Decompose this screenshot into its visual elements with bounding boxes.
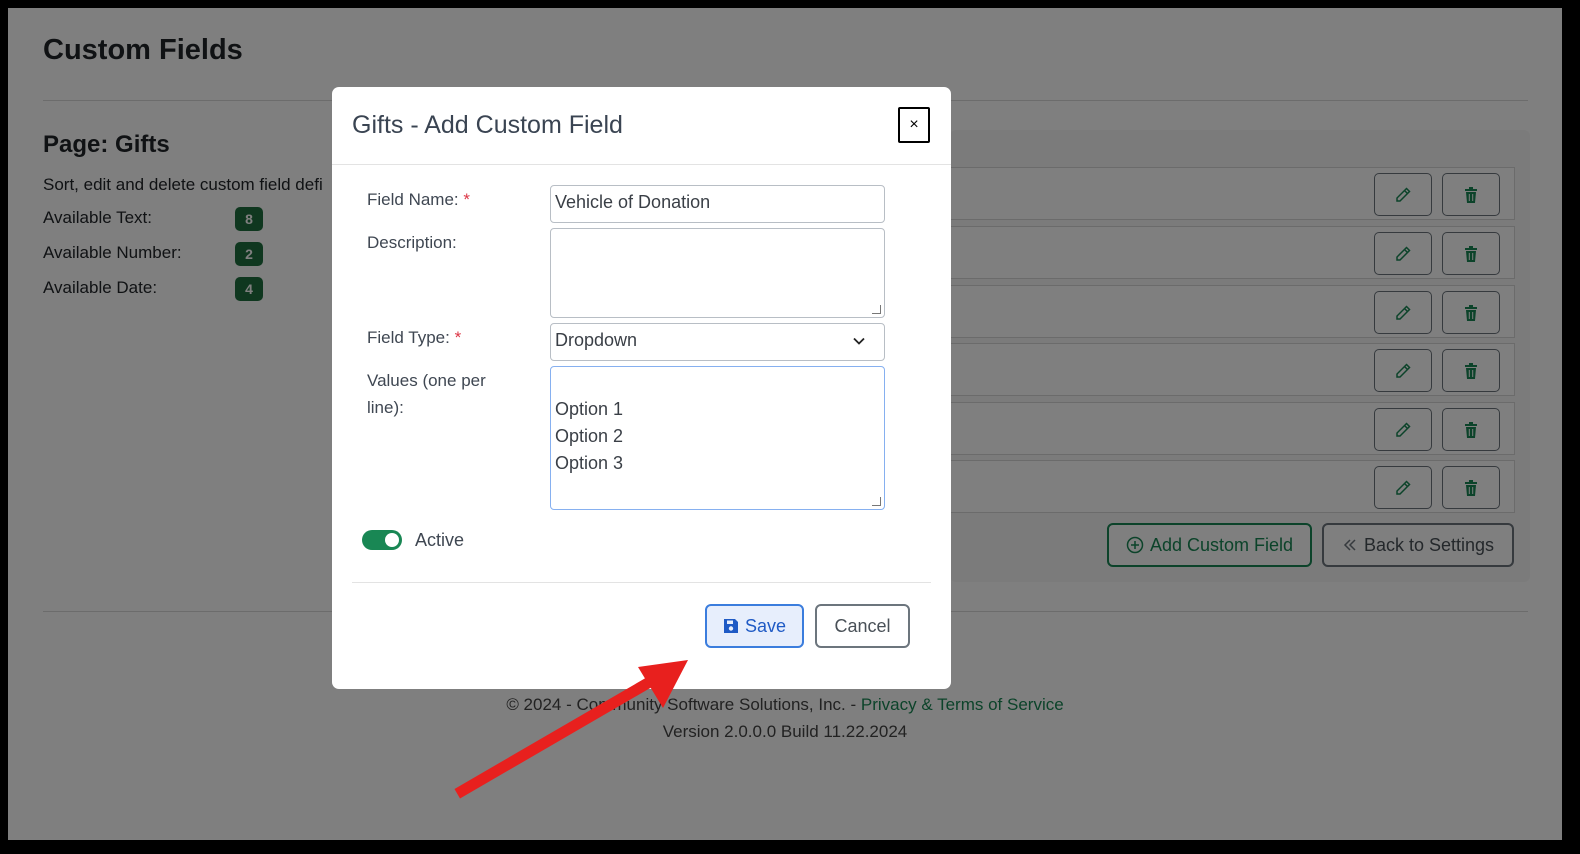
app-frame: Custom Fields Page: Gifts Sort, edit and… xyxy=(8,8,1562,840)
annotation-arrow-icon xyxy=(454,660,688,799)
